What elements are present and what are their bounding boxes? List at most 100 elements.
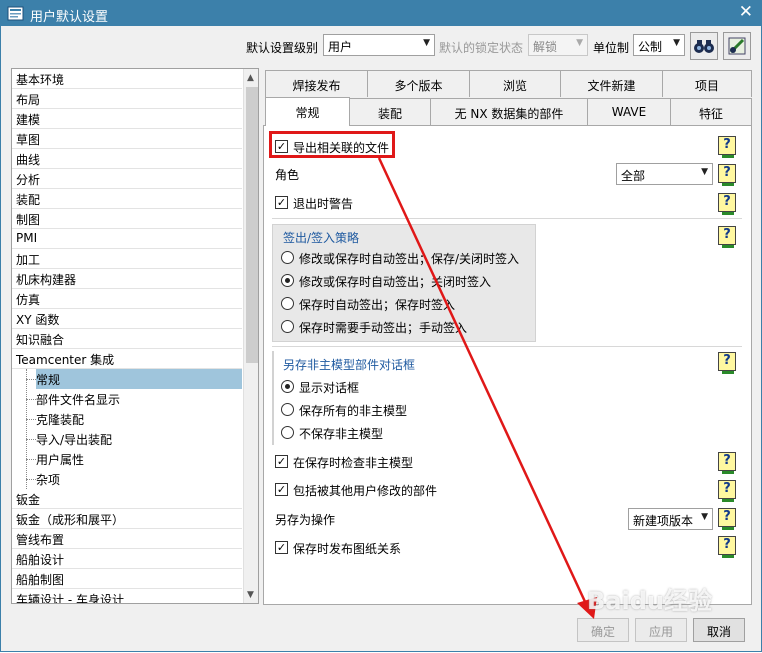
tab-general[interactable]: 常规 — [265, 97, 350, 126]
saveas-option-radio[interactable] — [281, 426, 294, 439]
tree-scrollbar[interactable]: ▲ ▼ — [243, 69, 258, 603]
saveas-option-label: 显示对话框 — [299, 381, 360, 395]
help-icon[interactable]: ? — [718, 352, 736, 374]
saveas-operation-label: 另存为操作 — [275, 513, 336, 527]
tree-item[interactable]: PMI — [12, 229, 242, 249]
tree-item[interactable]: XY 函数 — [12, 309, 242, 329]
tree-item[interactable]: 加工 — [12, 249, 242, 269]
tree-item[interactable]: 仿真 — [12, 289, 242, 309]
role-label: 角色 — [275, 168, 300, 182]
tab-multiple-versions[interactable]: 多个版本 — [367, 70, 470, 97]
defaults-level-value: 用户 — [328, 40, 353, 54]
tree-item[interactable]: 分析 — [12, 169, 242, 189]
saveas-option-label: 不保存非主模型 — [299, 427, 384, 441]
tree-item[interactable]: 管线布置 — [12, 529, 242, 549]
apply-button[interactable]: 应用 — [635, 618, 687, 642]
tree-child[interactable]: 克隆装配 — [36, 409, 242, 429]
checkin-option-radio[interactable] — [281, 274, 294, 287]
publish-relations-checkbox[interactable]: ✓ — [275, 541, 288, 554]
find-defaults-button[interactable] — [690, 32, 718, 60]
tree-child-general[interactable]: 常规 — [36, 369, 242, 389]
checkin-option-radio[interactable] — [281, 320, 294, 333]
checkin-option-label: 修改或保存时自动签出；关闭时签入 — [299, 275, 492, 289]
lock-state-label: 默认的锁定状态 — [439, 41, 524, 55]
tree-child[interactable]: 杂项 — [36, 469, 242, 489]
window-title: 用户默认设置 — [30, 10, 109, 25]
tree-item[interactable]: 建模 — [12, 109, 242, 129]
defaults-level-select[interactable]: 用户 ▼ — [323, 34, 435, 56]
tree-child[interactable]: 导入/导出装配 — [36, 429, 242, 449]
app-icon — [7, 6, 24, 21]
user-defaults-dialog: 用户默认设置 ✕ 默认设置级别 用户 ▼ 默认的锁定状态 解锁 ▼ 单位制 公制 ▼ … — [0, 0, 762, 652]
tab-assembly[interactable]: 装配 — [349, 98, 431, 125]
checkin-option-radio[interactable] — [281, 297, 294, 310]
manage-settings-button[interactable] — [723, 32, 751, 60]
tab-wave[interactable]: WAVE — [587, 98, 671, 125]
chevron-down-icon: ▼ — [701, 167, 708, 177]
saveas-operation-value: 新建项版本 — [633, 514, 694, 528]
export-files-checkbox[interactable]: ✓ — [275, 140, 288, 153]
tree-item[interactable]: 船舶制图 — [12, 569, 242, 589]
tree-item[interactable]: 车辆设计 - 车身设计 — [12, 589, 242, 603]
category-tree: 基本环境 布局 建模 草图 曲线 分析 装配 制图 PMI 加工 机床构建器 仿… — [11, 68, 259, 604]
tab-file-new[interactable]: 文件新建 — [560, 70, 663, 97]
tree-item[interactable]: 机床构建器 — [12, 269, 242, 289]
chevron-down-icon: ▼ — [701, 512, 708, 522]
manage-settings-icon — [728, 37, 746, 55]
checkin-option-label: 修改或保存时自动签出；保存/关闭时签入 — [299, 252, 520, 266]
close-button[interactable]: ✕ — [739, 2, 753, 22]
tree-item[interactable]: 制图 — [12, 209, 242, 229]
help-icon[interactable]: ? — [718, 164, 736, 186]
checkin-option-radio[interactable] — [281, 251, 294, 264]
help-icon[interactable]: ? — [718, 508, 736, 530]
tree-connector — [26, 379, 36, 380]
saveas-option-radio[interactable] — [281, 403, 294, 416]
tree-child[interactable]: 用户属性 — [36, 449, 242, 469]
check-nonmaster-checkbox[interactable]: ✓ — [275, 455, 288, 468]
tab-weld-publish[interactable]: 焊接发布 — [265, 70, 368, 97]
chevron-down-icon: ▼ — [673, 38, 680, 48]
scroll-thumb[interactable] — [246, 87, 258, 363]
title-bar: 用户默认设置 ✕ — [1, 1, 761, 26]
help-icon[interactable]: ? — [718, 480, 736, 502]
ok-button[interactable]: 确定 — [577, 618, 629, 642]
tree-item[interactable]: 草图 — [12, 129, 242, 149]
tab-project[interactable]: 项目 — [662, 70, 752, 97]
help-icon[interactable]: ? — [718, 226, 736, 248]
tree-item[interactable]: 曲线 — [12, 149, 242, 169]
tree-item[interactable]: 船舶设计 — [12, 549, 242, 569]
help-icon[interactable]: ? — [718, 136, 736, 158]
scroll-down-icon[interactable]: ▼ — [247, 590, 254, 600]
saveas-operation-select[interactable]: 新建项版本 ▼ — [628, 508, 713, 530]
help-icon[interactable]: ? — [718, 452, 736, 474]
help-icon[interactable]: ? — [718, 536, 736, 558]
tree-item[interactable]: 布局 — [12, 89, 242, 109]
saveas-option-radio[interactable] — [281, 380, 294, 393]
unit-select[interactable]: 公制 ▼ — [633, 34, 685, 56]
tree-item[interactable]: 知识融合 — [12, 329, 242, 349]
lock-state-select[interactable]: 解锁 ▼ — [528, 34, 588, 56]
export-files-label: 导出相关联的文件 — [293, 141, 390, 155]
unit-label: 单位制 — [593, 41, 630, 55]
tree-item[interactable]: 基本环境 — [12, 69, 242, 89]
scroll-up-icon[interactable]: ▲ — [247, 73, 254, 83]
checkin-policy-title: 签出/签入策略 — [283, 231, 360, 245]
tree-item[interactable]: 装配 — [12, 189, 242, 209]
help-icon[interactable]: ? — [718, 193, 736, 215]
tab-browse[interactable]: 浏览 — [469, 70, 561, 97]
role-select[interactable]: 全部 ▼ — [616, 163, 713, 185]
warn-exit-checkbox[interactable]: ✓ — [275, 196, 288, 209]
tree-item[interactable]: 钣金 — [12, 489, 242, 509]
saveas-dialog-group: 另存非主模型部件对话框 显示对话框 保存所有的非主模型 不保存非主模型 — [272, 351, 415, 445]
tab-content-general: ✓ 导出相关联的文件 ? 角色 全部 ▼ ? ✓ 退出时警告 ? 签出/签入策略 … — [263, 125, 752, 605]
tab-no-nx-dataset[interactable]: 无 NX 数据集的部件 — [430, 98, 588, 125]
tree-item[interactable]: 钣金（成形和展平） — [12, 509, 242, 529]
tab-features[interactable]: 特征 — [670, 98, 752, 125]
tree-item-teamcenter[interactable]: Teamcenter 集成 — [12, 349, 242, 369]
include-modified-checkbox[interactable]: ✓ — [275, 483, 288, 496]
cancel-button[interactable]: 取消 — [693, 618, 745, 642]
tree-connector — [26, 439, 36, 440]
unit-value: 公制 — [638, 40, 663, 54]
checkin-option-label: 保存时自动签出；保存时签入 — [299, 298, 456, 312]
tree-child[interactable]: 部件文件名显示 — [36, 389, 242, 409]
